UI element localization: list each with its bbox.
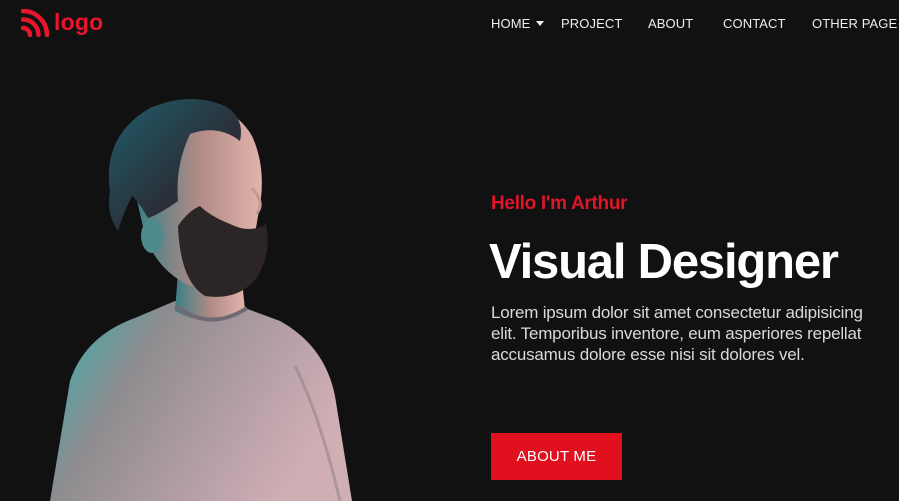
- landing-page: logo HOME PROJECT ABOUT CONTACT OTHER PA…: [0, 0, 899, 501]
- nav-item-project[interactable]: PROJECT: [561, 14, 622, 32]
- nav-item-label: ABOUT: [648, 15, 694, 31]
- rss-feed-icon: [21, 9, 49, 37]
- hero-portrait-image: [50, 98, 352, 501]
- hero-greeting: Hello I'm Arthur: [491, 193, 628, 214]
- nav-item-about[interactable]: ABOUT: [648, 14, 693, 32]
- nav-item-label: PROJECT: [561, 15, 623, 31]
- nav-item-contact[interactable]: CONTACT: [723, 14, 786, 32]
- nav-item-label: OTHER PAGE: [812, 15, 898, 31]
- hero-description: Lorem ipsum dolor sit amet consectetur a…: [491, 303, 863, 364]
- nav-item-label: HOME: [491, 15, 531, 31]
- hero-title: Visual Designer: [489, 235, 839, 289]
- nav-item-other-page[interactable]: OTHER PAGE: [812, 14, 899, 32]
- logo-link[interactable]: logo: [21, 6, 103, 40]
- about-me-button[interactable]: ABOUT ME: [491, 433, 622, 480]
- nav-item-label: CONTACT: [723, 15, 786, 31]
- caret-down-icon: [536, 20, 545, 26]
- nav-item-home[interactable]: HOME: [491, 14, 545, 32]
- logo-text: logo: [54, 8, 104, 35]
